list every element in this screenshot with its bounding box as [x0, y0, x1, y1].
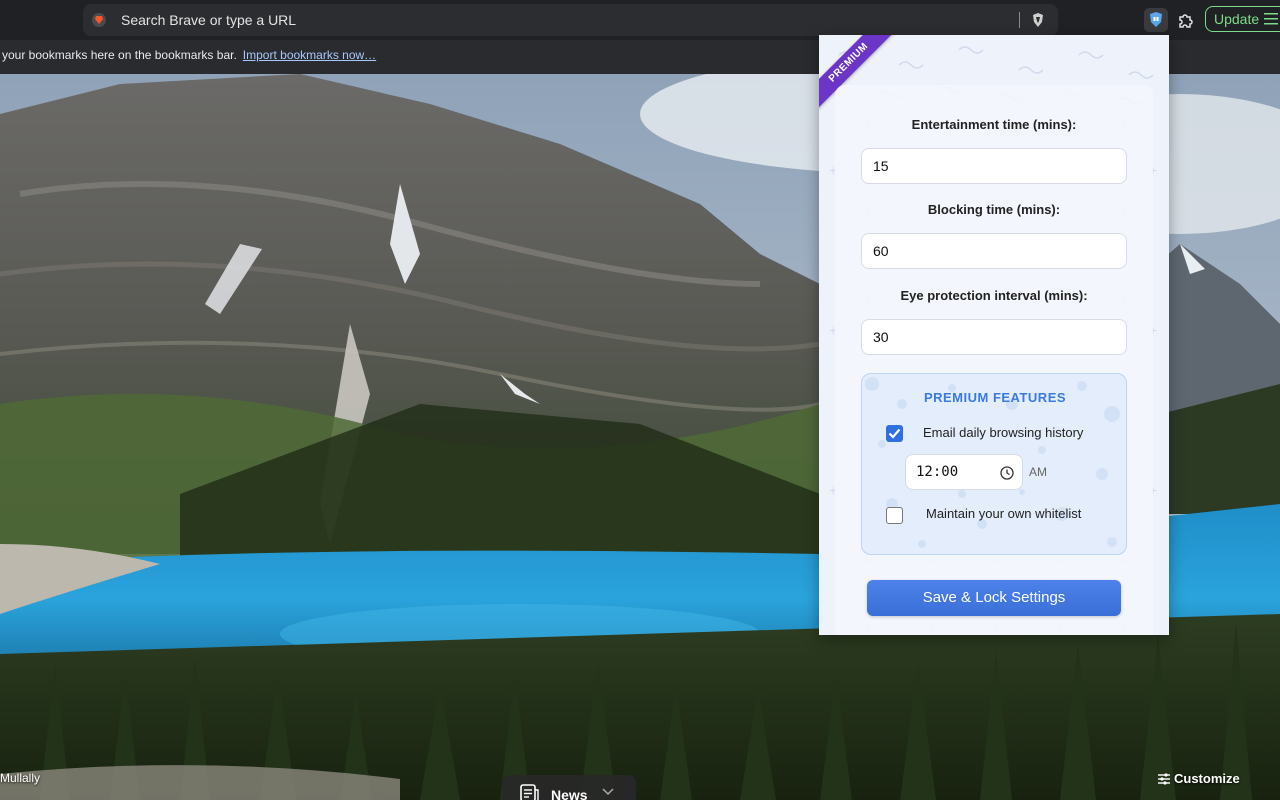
- email-history-checkbox[interactable]: [886, 425, 903, 442]
- premium-features-panel: PREMIUM FEATURES Email daily browsing hi…: [861, 373, 1127, 555]
- save-lock-settings-button[interactable]: Save & Lock Settings: [867, 580, 1121, 616]
- news-label: News: [551, 787, 588, 800]
- entertainment-time-label: Entertainment time (mins):: [911, 117, 1077, 132]
- extension-icon-active[interactable]: [1144, 8, 1168, 32]
- clock-icon[interactable]: [1000, 466, 1014, 480]
- update-button[interactable]: Update: [1205, 6, 1280, 32]
- bookmarks-message: your bookmarks here on the bookmarks bar…: [2, 40, 376, 70]
- brave-lion-icon: [92, 13, 106, 27]
- extensions-puzzle-icon[interactable]: [1174, 8, 1198, 32]
- email-history-label: Email daily browsing history: [923, 425, 1084, 440]
- news-button[interactable]: News: [502, 775, 636, 800]
- eye-protection-interval-input[interactable]: 30: [861, 319, 1127, 355]
- checkmark-icon: [888, 428, 901, 439]
- premium-features-title: PREMIUM FEATURES: [923, 390, 1067, 405]
- blocking-time-label: Blocking time (mins):: [927, 202, 1061, 217]
- entertainment-time-input[interactable]: 15: [861, 148, 1127, 184]
- bookmarks-message-text: your bookmarks here on the bookmarks bar…: [2, 48, 237, 62]
- address-bar-divider: [1019, 12, 1020, 28]
- sliders-icon: [1158, 773, 1170, 785]
- customize-label: Customize: [1174, 771, 1240, 786]
- whitelist-label: Maintain your own whitelist: [926, 506, 1082, 521]
- email-time-input[interactable]: 12:00: [905, 454, 1023, 490]
- email-time-value: 12:00: [916, 464, 959, 480]
- blocking-time-input[interactable]: 60: [861, 233, 1127, 269]
- extension-popup: +++++ ++ ++ ++ ++ ++ ++ +++++ +++++ PREM…: [819, 35, 1169, 635]
- time-period-label: AM: [1029, 465, 1047, 479]
- address-bar[interactable]: Search Brave or type a URL: [83, 4, 1058, 36]
- whitelist-checkbox[interactable]: [886, 507, 903, 524]
- address-bar-placeholder: Search Brave or type a URL: [121, 12, 297, 28]
- photo-credit[interactable]: Mullally: [0, 771, 40, 785]
- shield-extension-icon: [1150, 12, 1162, 27]
- brave-shields-icon[interactable]: [1030, 12, 1046, 28]
- import-bookmarks-link[interactable]: Import bookmarks now…: [243, 48, 376, 62]
- customize-button[interactable]: Customize: [1158, 771, 1240, 786]
- news-icon: [520, 784, 539, 800]
- chevron-down-icon: [602, 788, 614, 796]
- eye-protection-interval-label: Eye protection interval (mins):: [900, 288, 1088, 303]
- browser-toolbar: Search Brave or type a URL Update: [0, 0, 1280, 40]
- hamburger-menu-icon: [1264, 13, 1278, 25]
- update-label: Update: [1214, 11, 1260, 27]
